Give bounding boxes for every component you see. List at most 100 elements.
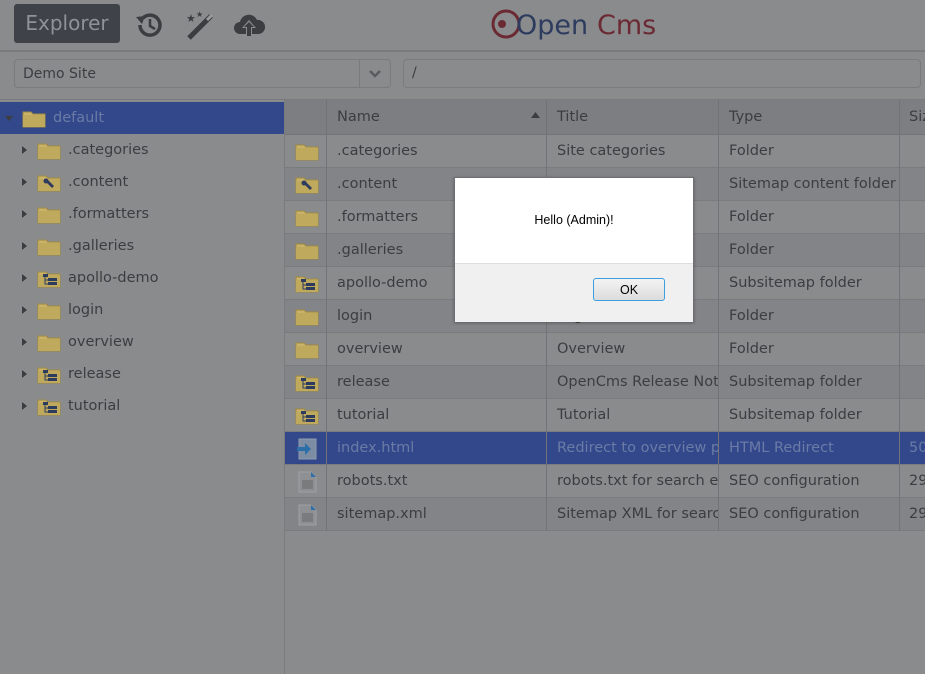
cell-title: OpenCms Release Notes: [557, 374, 718, 390]
table-row[interactable]: index.html Redirect to overview page HTML …: [285, 432, 925, 465]
subsitemap-folder-icon: [295, 273, 319, 293]
cell-type: Folder: [729, 341, 774, 357]
folder-icon: [295, 207, 319, 227]
cell-title: Site categories: [557, 143, 666, 159]
cell-title: Overview: [557, 341, 626, 357]
cell-type: Subsitemap folder: [729, 407, 862, 423]
history-icon[interactable]: [132, 8, 166, 42]
folder-icon: [295, 339, 319, 359]
cell-name: sitemap.xml: [337, 506, 427, 522]
tree-item-default[interactable]: default: [0, 102, 284, 134]
column-header-type[interactable]: Type: [729, 100, 762, 134]
subsitemap-folder-icon: [37, 268, 61, 288]
explorer-button[interactable]: Explorer: [14, 4, 120, 43]
subsitemap-folder-icon: [37, 396, 61, 416]
cell-title: Tutorial: [557, 407, 611, 423]
cell-type: Folder: [729, 308, 774, 324]
tree-item-label: tutorial: [68, 398, 121, 414]
folder-icon: [295, 141, 319, 161]
cell-name: release: [337, 374, 390, 390]
tree-item-label: .galleries: [68, 238, 135, 254]
folder-icon: [295, 240, 319, 260]
cell-name: .categories: [337, 143, 418, 159]
tree-item[interactable]: .galleries: [0, 230, 284, 262]
folder-icon: [37, 236, 61, 256]
expand-arrow-icon[interactable]: [22, 210, 27, 218]
column-header-name[interactable]: Name: [337, 100, 380, 134]
subsitemap-folder-icon: [37, 364, 61, 384]
expand-arrow-icon[interactable]: [22, 274, 27, 282]
folder-icon: [37, 204, 61, 224]
cell-size: 29: [909, 506, 925, 522]
tree-item-label: login: [68, 302, 104, 318]
upload-cloud-icon[interactable]: [232, 8, 266, 42]
expand-arrow-icon[interactable]: [22, 338, 27, 346]
alert-dialog: Hello (Admin)! OK: [454, 177, 694, 322]
ok-button[interactable]: OK: [593, 278, 665, 301]
tree-item-label: apollo-demo: [68, 270, 159, 286]
column-header-title[interactable]: Title: [557, 100, 588, 134]
collapse-arrow-icon[interactable]: [5, 116, 13, 121]
expand-arrow-icon[interactable]: [22, 402, 27, 410]
expand-arrow-icon[interactable]: [22, 178, 27, 186]
cell-type: HTML Redirect: [729, 440, 834, 456]
svg-text:★: ★: [186, 12, 196, 25]
column-header-size[interactable]: Siz: [909, 100, 925, 134]
cell-name: robots.txt: [337, 473, 408, 489]
content-folder-icon: [295, 174, 319, 194]
logo-text-cms: Cms: [597, 10, 656, 41]
tree-item[interactable]: apollo-demo: [0, 262, 284, 294]
cell-name: overview: [337, 341, 403, 357]
expand-arrow-icon[interactable]: [22, 370, 27, 378]
dialog-footer: OK: [455, 263, 693, 322]
subsitemap-folder-icon: [295, 405, 319, 425]
svg-text:★: ★: [196, 10, 203, 19]
tree-item-label: release: [68, 366, 121, 382]
folder-tree: default .categories .content .formatters .ga…: [0, 99, 285, 674]
tree-item-label: .formatters: [68, 206, 150, 222]
cell-type: Folder: [729, 242, 774, 258]
tree-item-label: default: [53, 110, 105, 126]
tree-item[interactable]: login: [0, 294, 284, 326]
cell-size: 29: [909, 473, 925, 489]
tree-item[interactable]: .formatters: [0, 198, 284, 230]
site-select[interactable]: Demo Site: [14, 59, 391, 88]
subsitemap-folder-icon: [295, 372, 319, 392]
chevron-down-icon[interactable]: [359, 60, 390, 87]
sort-ascending-icon: [531, 112, 540, 118]
cell-type: Sitemap content folder: [729, 176, 896, 192]
file-icon: [295, 504, 319, 526]
content-folder-icon: [37, 172, 61, 192]
column-separator[interactable]: [326, 100, 327, 531]
table-row[interactable]: overview Overview Folder: [285, 333, 925, 366]
column-separator[interactable]: [899, 100, 900, 531]
site-select-value: Demo Site: [23, 66, 96, 82]
expand-arrow-icon[interactable]: [22, 306, 27, 314]
cell-title: robots.txt for search engines: [557, 473, 718, 489]
cell-type: Subsitemap folder: [729, 374, 862, 390]
table-row[interactable]: tutorial Tutorial Subsitemap folder: [285, 399, 925, 432]
expand-arrow-icon[interactable]: [22, 242, 27, 250]
tree-item[interactable]: release: [0, 358, 284, 390]
cell-type: Folder: [729, 143, 774, 159]
column-separator[interactable]: [718, 100, 719, 531]
tree-item-label: .categories: [68, 142, 149, 158]
tree-item[interactable]: overview: [0, 326, 284, 358]
redirect-icon: [295, 438, 319, 460]
folder-icon: [37, 300, 61, 320]
cell-name: index.html: [337, 440, 415, 456]
magic-wand-icon[interactable]: ★ ★: [184, 8, 218, 42]
cell-type: Subsitemap folder: [729, 275, 862, 291]
path-input[interactable]: /: [403, 59, 921, 88]
table-row[interactable]: sitemap.xml Sitemap XML for search SEO con…: [285, 498, 925, 531]
table-header: Name Title Type Siz: [285, 100, 925, 135]
table-row[interactable]: .categories Site categories Folder: [285, 135, 925, 168]
table-row[interactable]: robots.txt robots.txt for search engines S…: [285, 465, 925, 498]
tree-item[interactable]: tutorial: [0, 390, 284, 422]
cell-name: tutorial: [337, 407, 390, 423]
table-row[interactable]: release OpenCms Release Notes Subsitemap f…: [285, 366, 925, 399]
expand-arrow-icon[interactable]: [22, 146, 27, 154]
tree-item-label: .content: [68, 174, 129, 190]
tree-item[interactable]: .content: [0, 166, 284, 198]
tree-item[interactable]: .categories: [0, 134, 284, 166]
